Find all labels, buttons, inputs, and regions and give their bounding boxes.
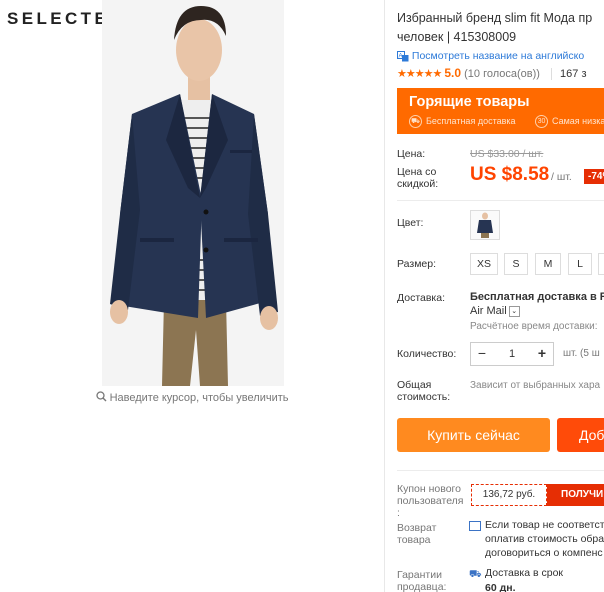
get-coupon-button[interactable]: ПОЛУЧИ <box>547 484 604 506</box>
discount-price-label: Цена со скидкой: <box>397 166 438 190</box>
guarantee-label: Гарантии продавца: <box>397 569 446 592</box>
coupon-label-line1: Купон нового <box>397 483 461 495</box>
coupon-label-line3: : <box>397 507 400 519</box>
total-label: Общая стоимость: <box>397 379 450 403</box>
color-swatch-navy[interactable] <box>470 210 500 240</box>
rating-votes-link[interactable]: (10 голоса(ов)) <box>464 68 540 80</box>
size-option-xl[interactable]: X <box>598 253 604 275</box>
quantity-decrease-button[interactable]: − <box>471 343 493 365</box>
divider-line <box>397 200 604 201</box>
guarantee-text: Доставка в срок 60 дн. <box>485 566 563 592</box>
delivery-truck-icon: ⛟ <box>469 569 482 580</box>
translate-link[interactable]: A Посмотреть название на английско <box>397 50 584 62</box>
color-label: Цвет: <box>397 217 424 229</box>
guarantee-label-line2: продавца: <box>397 581 447 592</box>
discount-badge: -74% <box>584 169 604 184</box>
svg-text:A: A <box>399 53 403 59</box>
returns-text: Если товар не соответст оплатив стоимост… <box>485 518 604 560</box>
price-30-icon: 30 <box>535 115 548 128</box>
lowest-price-tag: 30 Самая низка <box>535 115 604 128</box>
orders-count: 167 з <box>551 68 587 80</box>
shipping-label: Доставка: <box>397 292 446 304</box>
guarantee-text-line2: 60 дн. <box>485 582 516 592</box>
size-option-s[interactable]: S <box>504 253 528 275</box>
translate-icon: A <box>397 50 412 62</box>
original-price: US $33.00 / шт. <box>470 148 544 160</box>
coupon-amount: 136,72 руб. <box>471 484 547 506</box>
product-title: Избранный бренд slim fit Мода пр человек… <box>397 9 604 47</box>
guarantee-label-line1: Гарантии <box>397 569 442 581</box>
returns-label: Возврат товара <box>397 522 436 546</box>
total-label-line1: Общая <box>397 379 432 391</box>
lowest-price-tag-text: Самая низка <box>552 115 604 126</box>
product-info-panel: Избранный бренд slim fit Мода пр человек… <box>385 0 604 592</box>
truck-icon: ⛟ <box>409 115 422 128</box>
jacket-thumbnail-icon <box>477 212 493 238</box>
zoom-hint-text: Наведите курсор, чтобы увеличить <box>109 392 289 404</box>
guarantee-text-line1: Доставка в срок <box>485 567 564 579</box>
zoom-hint: Наведите курсор, чтобы увеличить <box>0 391 384 405</box>
product-image[interactable] <box>102 0 284 386</box>
chevron-down-icon: ⌄ <box>508 305 520 317</box>
rating-score: 5.0 <box>444 66 462 80</box>
returns-label-line2: товара <box>397 534 431 546</box>
coupon-label-line2: пользователя <box>397 495 464 507</box>
product-title-line2: человек | 415308009 <box>397 30 517 44</box>
returns-text-line2: оплатив стоимость обра <box>485 533 604 545</box>
hot-deals-banner: Горящие товары ⛟ Бесплатная доставка 30 Са… <box>397 88 604 134</box>
returns-text-line3: договориться о компенс <box>485 547 603 559</box>
price-label: Цена: <box>397 148 426 160</box>
size-option-l[interactable]: L <box>568 253 592 275</box>
total-note: Зависит от выбранных хара <box>470 380 601 391</box>
delivery-estimate: Расчётное время доставки: <box>470 321 598 332</box>
model-illustration <box>110 6 278 386</box>
discount-price-label-line2: скидкой: <box>397 178 439 190</box>
returns-label-line1: Возврат <box>397 522 437 534</box>
free-shipping-tag: ⛟ Бесплатная доставка <box>409 115 516 128</box>
buy-now-button[interactable]: Купить сейчас <box>397 418 550 452</box>
quantity-input[interactable]: 1 <box>493 343 531 365</box>
product-title-line1: Избранный бренд slim fit Мода пр <box>397 11 593 25</box>
new-user-coupon-label: Купон нового пользователя : <box>397 483 464 519</box>
size-label: Размер: <box>397 258 437 270</box>
hot-deals-title: Горящие товары <box>409 94 530 110</box>
magnifier-icon <box>95 391 110 405</box>
rating-row: ★★★★★ 5.0 (10 голоса(ов)) 167 з <box>397 66 587 80</box>
return-box-icon <box>469 521 481 531</box>
quantity-stepper: − 1 + <box>470 342 554 366</box>
free-shipping-tag-text: Бесплатная доставка <box>426 115 516 126</box>
price-unit: / шт. <box>551 171 572 183</box>
star-rating-icons: ★★★★★ <box>397 68 442 80</box>
returns-text-line1: Если товар не соответст <box>485 519 604 531</box>
shipping-destination[interactable]: Бесплатная доставка в Ru <box>470 291 604 303</box>
product-gallery: SELECTED Наведите курсор, чтобы увеличит… <box>0 0 384 592</box>
quantity-available: шт. (5 ш <box>563 348 600 359</box>
add-to-cart-button[interactable]: Доб <box>557 418 604 452</box>
discount-price-label-line1: Цена со <box>397 166 437 178</box>
quantity-label: Количество: <box>397 348 457 360</box>
divider-line <box>397 470 604 471</box>
size-option-m[interactable]: M <box>535 253 561 275</box>
total-label-line2: стоимость: <box>397 391 451 403</box>
quantity-increase-button[interactable]: + <box>531 343 553 365</box>
shipping-method-text: Air Mail <box>470 305 507 317</box>
translate-link-text: Посмотреть название на английско <box>411 50 585 62</box>
current-price: US $8.58 <box>470 164 550 185</box>
shipping-method-select[interactable]: Air Mail ⌄ <box>470 305 520 317</box>
size-option-xs[interactable]: XS <box>470 253 498 275</box>
